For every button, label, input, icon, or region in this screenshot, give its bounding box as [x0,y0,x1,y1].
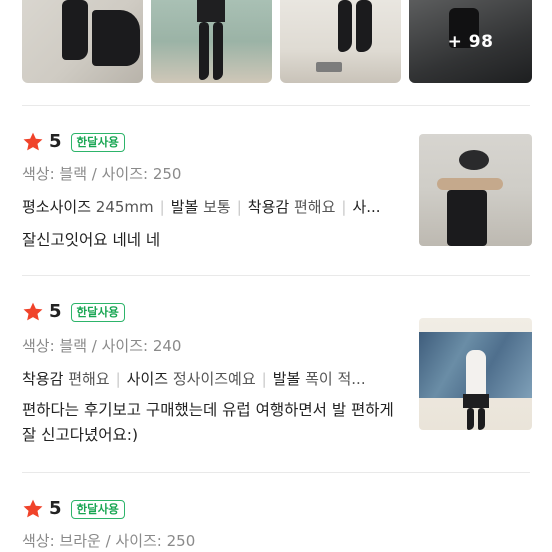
review-attributes: 착용감 편해요 | 사이즈 정사이즈예요 | 발볼 폭이 적... [22,370,366,388]
usage-period-badge: 한달사용 [70,499,125,519]
review-photo-strip: + 98 [22,0,532,83]
review-photo[interactable] [419,134,532,246]
rating-row: 5 한달사용 [22,498,125,520]
review-item[interactable]: 5 한달사용 색상: 블랙 / 사이즈: 240 착용감 편해요 | 사이즈 정사이… [22,301,532,451]
rating-value: 5 [49,301,62,322]
review-text: 편하다는 후기보고 구매했는데 유럽 여행하면서 발 편하게 잘 신고다녔어요:… [22,401,394,444]
photo-thumbnail[interactable] [151,0,272,83]
star-icon [23,302,43,321]
option-info: 색상: 블랙 / 사이즈: 240 [22,337,182,355]
usage-period-badge: 한달사용 [70,132,125,152]
divider [22,472,530,473]
more-photos-count: + 98 [447,31,494,52]
rating-value: 5 [49,131,62,152]
option-info: 색상: 브라운 / 사이즈: 250 [22,532,196,550]
review-text: 잘신고잇어요 네네 네 [22,231,161,249]
rating-value: 5 [49,498,62,519]
option-info: 색상: 블랙 / 사이즈: 250 [22,165,182,183]
review-photo[interactable] [419,318,532,430]
review-item[interactable]: 5 한달사용 색상: 브라운 / 사이즈: 250 [22,498,532,552]
divider [22,275,530,276]
star-icon [23,499,43,518]
star-icon [23,132,43,151]
rating-row: 5 한달사용 [22,301,125,323]
more-photos-overlay[interactable]: + 98 [409,0,532,83]
photo-thumbnail[interactable] [280,0,401,83]
photo-thumbnail[interactable] [22,0,143,83]
photo-thumbnail-more[interactable]: + 98 [409,0,532,83]
review-attributes: 평소사이즈 245mm | 발볼 보통 | 착용감 편해요 | 사... [22,198,381,216]
divider [22,105,530,106]
usage-period-badge: 한달사용 [70,302,125,322]
review-item[interactable]: 5 한달사용 색상: 블랙 / 사이즈: 250 평소사이즈 245mm | 발볼 … [22,131,532,251]
rating-row: 5 한달사용 [22,131,125,153]
